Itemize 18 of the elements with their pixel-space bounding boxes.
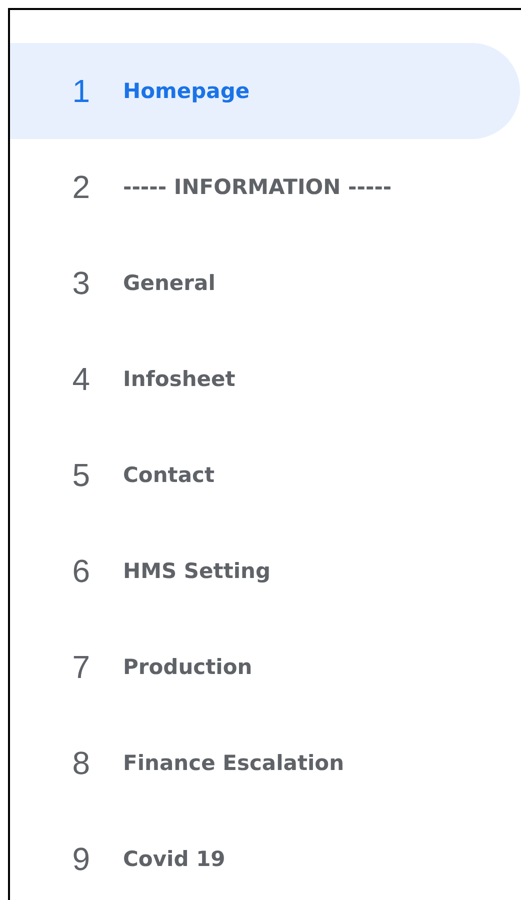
item-number: 4 [71, 360, 91, 398]
item-number: 1 [71, 72, 91, 110]
item-number: 2 [71, 168, 91, 206]
item-number: 8 [71, 744, 91, 782]
nav-item[interactable]: 2 ----- INFORMATION ----- [10, 139, 520, 235]
nav-item[interactable]: 8 Finance Escalation [10, 715, 520, 811]
item-number: 5 [71, 456, 91, 494]
item-number: 7 [71, 648, 91, 686]
nav-item[interactable]: 9 Covid 19 [10, 811, 520, 900]
nav-item[interactable]: 1 Homepage [10, 43, 520, 139]
item-number: 6 [71, 552, 91, 590]
nav-item[interactable]: 5 Contact [10, 427, 520, 523]
nav-item[interactable]: 3 General [10, 235, 520, 331]
nav-item[interactable]: 7 Production [10, 619, 520, 715]
nav-item[interactable]: 4 Infosheet [10, 331, 520, 427]
item-number: 3 [71, 264, 91, 302]
item-number: 9 [71, 840, 91, 878]
nav-item[interactable]: 6 HMS Setting [10, 523, 520, 619]
